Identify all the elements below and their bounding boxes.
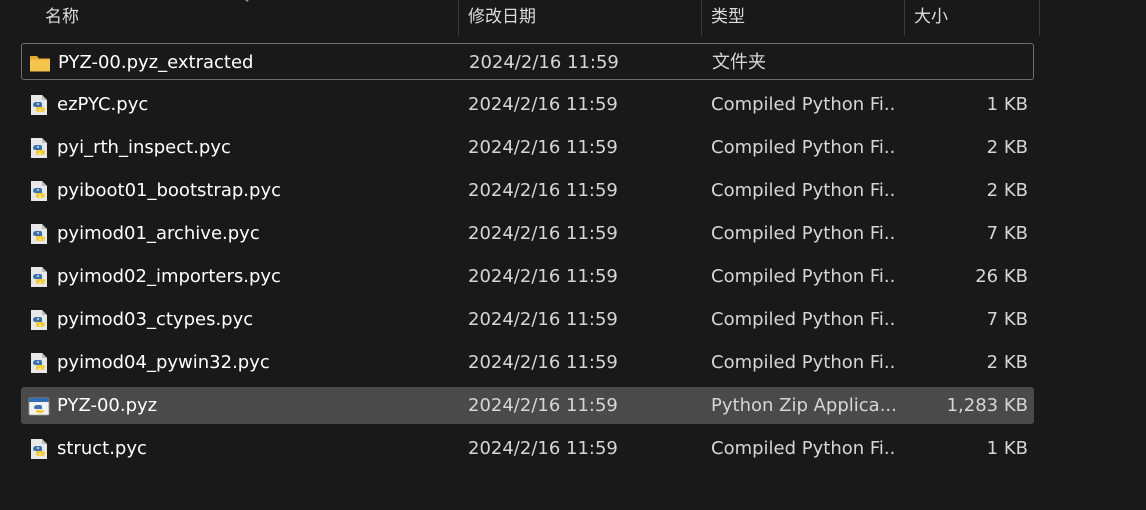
- file-size: 2 KB: [986, 352, 1028, 373]
- python-file-icon: [28, 266, 50, 288]
- file-name: pyimod04_pywin32.pyc: [57, 352, 270, 373]
- python-file-icon: [28, 137, 50, 159]
- file-date-modified: 2024/2/16 11:59: [468, 94, 618, 115]
- file-name: pyimod03_ctypes.pyc: [57, 309, 254, 330]
- file-row[interactable]: pyimod04_pywin32.pyc 2024/2/16 11:59 Compi…: [21, 344, 1034, 381]
- file-date-modified: 2024/2/16 11:59: [468, 352, 618, 373]
- file-row[interactable]: ezPYC.pyc 2024/2/16 11:59 Compiled Python …: [21, 86, 1034, 123]
- file-row[interactable]: pyiboot01_bootstrap.pyc 2024/2/16 11:59 Co…: [21, 172, 1034, 209]
- file-date-modified: 2024/2/16 11:59: [468, 266, 618, 287]
- file-date-modified: 2024/2/16 11:59: [469, 52, 619, 73]
- file-type: Compiled Python Fi...: [711, 94, 897, 115]
- file-row[interactable]: struct.pyc 2024/2/16 11:59 Compiled Python…: [21, 430, 1034, 467]
- column-header-date[interactable]: 修改日期: [459, 0, 702, 36]
- file-type: Compiled Python Fi...: [711, 266, 897, 287]
- file-row[interactable]: PYZ-00.pyz 2024/2/16 11:59 Python Zip Appl…: [21, 387, 1034, 424]
- file-date-modified: 2024/2/16 11:59: [468, 137, 618, 158]
- file-type: Compiled Python Fi...: [711, 223, 897, 244]
- file-type: Compiled Python Fi...: [711, 438, 897, 459]
- file-size: [908, 44, 1029, 81]
- file-type: Compiled Python Fi...: [711, 137, 897, 158]
- file-name: struct.pyc: [57, 438, 147, 459]
- file-name: pyi_rth_inspect.pyc: [57, 137, 231, 158]
- file-name: pyimod02_importers.pyc: [57, 266, 281, 287]
- file-size: 1 KB: [986, 94, 1028, 115]
- file-type: Python Zip Applica...: [711, 395, 897, 416]
- python-file-icon: [28, 352, 50, 374]
- file-date-modified: 2024/2/16 11:59: [468, 223, 618, 244]
- file-date-modified: 2024/2/16 11:59: [468, 438, 618, 459]
- python-file-icon: [28, 223, 50, 245]
- folder-icon: [29, 52, 51, 74]
- file-row[interactable]: pyimod01_archive.pyc 2024/2/16 11:59 Compi…: [21, 215, 1034, 252]
- file-size: 7 KB: [986, 309, 1028, 330]
- column-header-name[interactable]: 名称: [36, 0, 459, 36]
- file-row[interactable]: pyimod03_ctypes.pyc 2024/2/16 11:59 Compil…: [21, 301, 1034, 338]
- column-header-bar: 名称 修改日期 类型 大小: [0, 0, 1040, 36]
- file-row[interactable]: PYZ-00.pyz_extracted 2024/2/16 11:59 文件夹: [21, 43, 1034, 80]
- file-type: 文件夹: [712, 52, 766, 73]
- file-date-modified: 2024/2/16 11:59: [468, 309, 618, 330]
- column-divider[interactable]: [1039, 0, 1040, 36]
- file-explorer: 名称 修改日期 类型 大小 PYZ-00.pyz_extracted 2024/2…: [0, 0, 1146, 510]
- file-size: 1,283 KB: [946, 395, 1028, 416]
- file-size: 7 KB: [986, 223, 1028, 244]
- file-name: pyiboot01_bootstrap.pyc: [57, 180, 281, 201]
- file-name: PYZ-00.pyz_extracted: [58, 52, 254, 73]
- file-size: 1 KB: [986, 438, 1028, 459]
- file-type: Compiled Python Fi...: [711, 352, 897, 373]
- python-file-icon: [28, 180, 50, 202]
- column-header-type[interactable]: 类型: [702, 0, 905, 36]
- file-type: Compiled Python Fi...: [711, 309, 897, 330]
- file-size: 26 KB: [975, 266, 1028, 287]
- python-zip-app-icon: [28, 395, 50, 417]
- file-size: 2 KB: [986, 180, 1028, 201]
- file-name: ezPYC.pyc: [57, 94, 149, 115]
- python-file-icon: [28, 309, 50, 331]
- file-name: pyimod01_archive.pyc: [57, 223, 260, 244]
- file-size: 2 KB: [986, 137, 1028, 158]
- python-file-icon: [28, 94, 50, 116]
- file-date-modified: 2024/2/16 11:59: [468, 395, 618, 416]
- column-header-size[interactable]: 大小: [905, 0, 1040, 36]
- file-type: Compiled Python Fi...: [711, 180, 897, 201]
- file-name: PYZ-00.pyz: [57, 395, 158, 416]
- file-date-modified: 2024/2/16 11:59: [468, 180, 618, 201]
- file-row[interactable]: pyi_rth_inspect.pyc 2024/2/16 11:59 Compil…: [21, 129, 1034, 166]
- python-file-icon: [28, 438, 50, 460]
- file-row[interactable]: pyimod02_importers.pyc 2024/2/16 11:59 Com…: [21, 258, 1034, 295]
